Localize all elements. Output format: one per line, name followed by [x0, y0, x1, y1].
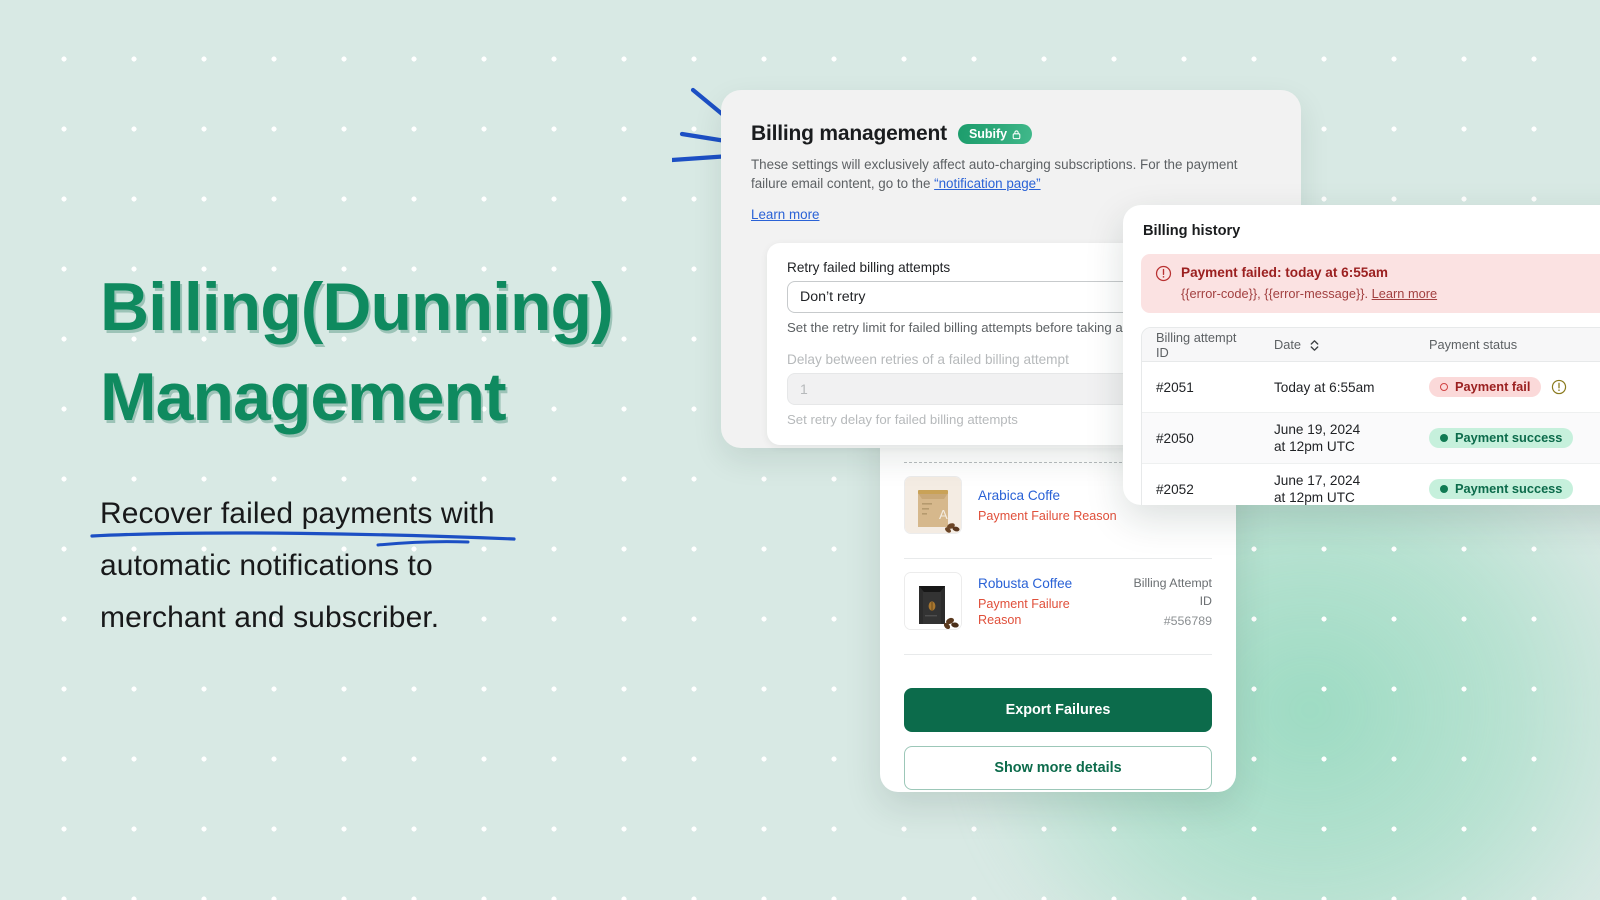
billing-attempt-id-value: #556789 — [1163, 613, 1212, 628]
hero-subtitle-wrap: Recover failed payments with automatic n… — [90, 488, 660, 644]
billing-history-title: Billing history — [1143, 223, 1241, 239]
cell-date-line-1: Today at 6:55am — [1274, 379, 1375, 395]
subtitle-line-1: Recover failed payments with — [100, 497, 495, 530]
billing-history-table: Billing attempt ID Date Payment status #… — [1141, 327, 1600, 505]
retry-limit-value: Don’t retry — [800, 289, 866, 305]
failure-reason: Payment Failure Reason — [978, 596, 1070, 627]
column-header-billing-attempt-id: Billing attempt ID — [1156, 329, 1237, 360]
learn-more-link[interactable]: Learn more — [751, 207, 819, 222]
table-row[interactable]: #2050 June 19, 2024 at 12pm UTC Payment … — [1142, 413, 1600, 464]
cell-payment-status: Payment fail — [1415, 376, 1600, 398]
billing-attempt-id-label: Billing Attempt ID — [1133, 575, 1212, 608]
status-badge-fail: Payment fail — [1429, 376, 1542, 398]
cell-billing-attempt-id: #2050 — [1156, 430, 1194, 446]
alert-circle-icon — [1155, 265, 1172, 282]
export-failures-button[interactable]: Export Failures — [904, 688, 1212, 732]
status-dot-icon — [1440, 433, 1448, 442]
product-name[interactable]: Robusta Coffee — [978, 575, 1108, 593]
retry-delay-value: 1 — [800, 381, 808, 397]
notification-page-link[interactable]: “notification page” — [934, 176, 1040, 191]
table-row[interactable]: #2051 Today at 6:55am Payment fail — [1142, 362, 1600, 413]
promo-banner: Billing(Dunning) Management Recover fail… — [0, 0, 1600, 900]
subtitle-line-3: merchant and subscriber. — [100, 601, 440, 634]
cell-date-line-2: at 12pm UTC — [1274, 439, 1355, 454]
product-info: Robusta Coffee Payment Failure Reason — [978, 575, 1108, 628]
status-badge-success: Payment success — [1429, 478, 1574, 500]
cell-date-line-2: at 12pm UTC — [1274, 490, 1355, 505]
status-badge-success: Payment success — [1429, 427, 1574, 449]
product-meta: Billing Attempt ID #556789 — [1124, 574, 1212, 629]
error-placeholders: {{error-code}}, {{error-message}}. — [1181, 286, 1372, 301]
cell-date: June 19, 2024 at 12pm UTC — [1260, 421, 1415, 455]
card-title: Billing management — [751, 122, 947, 145]
cell-payment-status: Payment success — [1415, 478, 1600, 500]
cell-date-line-1: June 17, 2024 — [1274, 473, 1361, 488]
billing-history-card: Billing history Payment failed: today at… — [1123, 205, 1600, 505]
subtitle-line-2: automatic notifications to — [100, 549, 433, 582]
banner-title: Payment failed: today at 6:55am — [1181, 265, 1388, 280]
hero-subtitle: Recover failed payments with automatic n… — [100, 488, 660, 644]
list-item[interactable]: Robusta Coffee Payment Failure Reason Bi… — [904, 572, 1212, 630]
cell-date: June 17, 2024 at 12pm UTC — [1260, 472, 1415, 505]
row-divider — [904, 558, 1212, 559]
cell-payment-status: Payment success — [1415, 427, 1600, 449]
status-badge: Subify — [957, 123, 1033, 145]
status-label: Payment fail — [1455, 378, 1531, 394]
show-more-details-button[interactable]: Show more details — [904, 746, 1212, 790]
status-label: Payment success — [1455, 429, 1563, 445]
headline-line-1: Billing(Dunning) — [100, 269, 614, 345]
payment-failed-banner: Payment failed: today at 6:55am {{error-… — [1141, 254, 1600, 313]
banner-text: Payment failed: today at 6:55am {{error-… — [1181, 264, 1437, 302]
status-dot-icon — [1440, 382, 1448, 391]
banner-message: {{error-code}}, {{error-message}}. Learn… — [1181, 286, 1437, 302]
headline-line-2: Management — [100, 359, 507, 435]
banner-learn-more-link[interactable]: Learn more — [1372, 286, 1437, 301]
column-header-date-label: Date — [1274, 336, 1302, 352]
cell-billing-attempt-id: #2051 — [1156, 379, 1194, 395]
cell-date-line-1: June 19, 2024 — [1274, 422, 1361, 437]
failure-reason: Payment Failure Reason — [978, 508, 1117, 523]
table-header-row: Billing attempt ID Date Payment status — [1142, 328, 1600, 362]
alert-circle-icon[interactable] — [1551, 379, 1567, 395]
status-dot-icon — [1440, 484, 1448, 493]
page-title: Billing(Dunning) Management — [100, 262, 740, 442]
card-header: Billing management Subify — [751, 122, 1271, 146]
status-label: Payment success — [1455, 480, 1563, 496]
lock-icon — [1012, 129, 1021, 139]
svg-text:A: A — [939, 507, 948, 522]
row-divider — [904, 654, 1212, 655]
column-header-date[interactable]: Date — [1260, 337, 1415, 352]
sort-chevrons-icon — [1310, 340, 1318, 351]
coffee-bag-kraft-thumbnail: A — [904, 476, 962, 534]
card-description: These settings will exclusively affect a… — [751, 155, 1271, 193]
badge-label: Subify — [968, 126, 1008, 141]
column-header-payment-status: Payment status — [1429, 337, 1518, 352]
cell-billing-attempt-id: #2052 — [1156, 481, 1194, 497]
table-row[interactable]: #2052 June 17, 2024 at 12pm UTC Payment … — [1142, 464, 1600, 505]
cell-date: Today at 6:55am — [1260, 379, 1415, 396]
hero-copy: Billing(Dunning) Management Recover fail… — [90, 262, 740, 644]
coffee-bag-black-thumbnail — [904, 572, 962, 630]
